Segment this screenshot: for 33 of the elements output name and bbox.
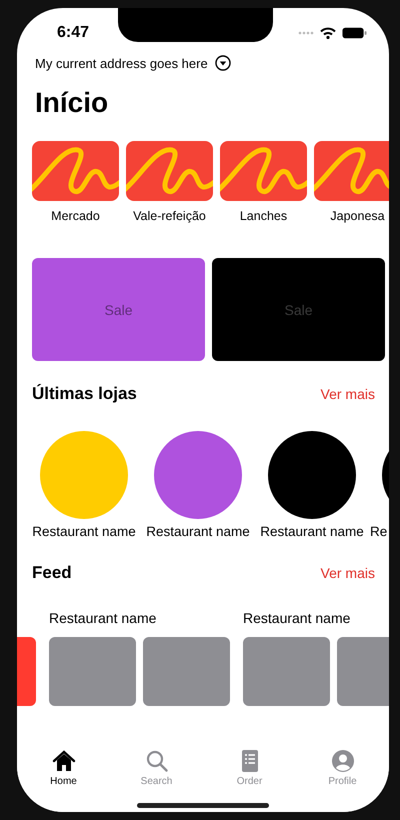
dropdown-circle-icon — [214, 55, 231, 71]
store-name: Re — [370, 524, 388, 540]
category-label: Lanches — [240, 208, 288, 224]
store-name: Restaurant name — [32, 524, 136, 540]
signal-icon — [298, 31, 314, 35]
tab-item[interactable]: Profile — [296, 743, 389, 787]
tab-item[interactable]: Order — [203, 743, 296, 787]
profile-icon — [330, 749, 354, 773]
category-image[interactable] — [220, 141, 307, 201]
status-time: 6:47 — [57, 24, 90, 42]
home-icon — [52, 749, 76, 773]
see-more-link[interactable]: Ver mais — [320, 386, 375, 402]
category-image[interactable] — [32, 141, 119, 201]
category-label: Mercado — [51, 208, 100, 224]
tab-item[interactable]: Home — [17, 743, 110, 787]
see-more-link[interactable]: Ver mais — [320, 565, 375, 581]
page-title: Início — [35, 88, 110, 118]
address-selector[interactable]: My current address goes here — [35, 56, 208, 70]
section-title: Feed — [32, 563, 72, 583]
store-name: Restaurant name — [260, 524, 364, 540]
store-name: Restaurant name — [146, 524, 250, 540]
battery-icon — [342, 27, 367, 39]
tab-item[interactable]: Search — [110, 743, 203, 787]
restaurant-name: Restaurant name — [49, 610, 158, 626]
category-label: Vale-refeição — [133, 208, 206, 224]
sale-banner[interactable]: Sale — [32, 258, 205, 361]
section-title: Últimas lojas — [32, 384, 137, 404]
wifi-icon — [320, 27, 336, 39]
category-label: Japonesa — [330, 208, 385, 224]
category-image[interactable] — [126, 141, 213, 201]
restaurant-name: Restaurant name — [243, 610, 352, 626]
search-icon — [144, 749, 168, 773]
category-image[interactable] — [314, 141, 389, 201]
